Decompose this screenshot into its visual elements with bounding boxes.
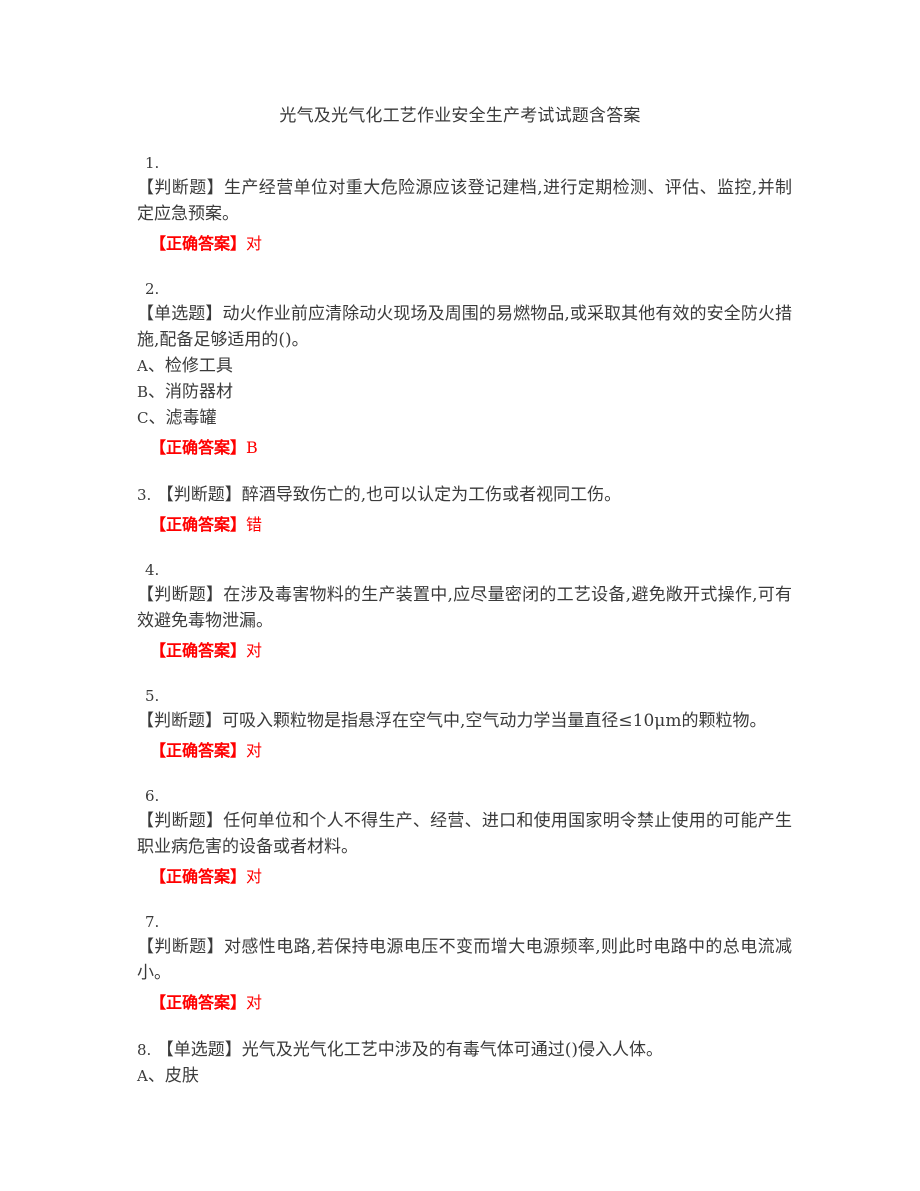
question-text-line: 【判断题】任何单位和个人不得生产、经营、进口和使用国家明令禁止使用的可能产生职业… bbox=[137, 808, 792, 860]
correct-answer-label: 【正确答案】 bbox=[150, 741, 247, 760]
option-label: 检修工具 bbox=[164, 356, 233, 376]
correct-answer-value: B bbox=[246, 438, 258, 457]
option-letter: A bbox=[137, 1067, 148, 1085]
option-separator: 、 bbox=[148, 382, 166, 402]
question-type-tag: 【单选题】 bbox=[156, 1040, 242, 1060]
option-label: 消防器材 bbox=[165, 382, 234, 402]
question-number: 7. bbox=[145, 913, 160, 931]
option-label: 皮肤 bbox=[164, 1066, 199, 1086]
question-stem: 醉酒导致伤亡的,也可以认定为工伤或者视同工伤。 bbox=[241, 485, 622, 505]
correct-answer: 【正确答案】错 bbox=[137, 512, 792, 538]
correct-answer: 【正确答案】对 bbox=[137, 638, 792, 664]
question-number: 2. bbox=[145, 280, 160, 298]
question-block: 2. 【单选题】动火作业前应清除动火现场及周围的易燃物品,或采取其他有效的安全防火… bbox=[137, 278, 792, 461]
question-number: 8. bbox=[137, 1041, 152, 1059]
question-block: 7. 【判断题】对感性电路,若保持电源电压不变而增大电源频率,则此时电路中的总电流… bbox=[137, 911, 792, 1016]
question-block: 5. 【判断题】可吸入颗粒物是指悬浮在空气中,空气动力学当量直径≤10μm的颗粒物… bbox=[137, 685, 792, 764]
question-text-line: 【单选题】动火作业前应清除动火现场及周围的易燃物品,或采取其他有效的安全防火措施… bbox=[137, 301, 792, 353]
correct-answer-value: 对 bbox=[246, 867, 263, 886]
question-stem: 任何单位和个人不得生产、经营、进口和使用国家明令禁止使用的可能产生职业病危害的设… bbox=[137, 811, 793, 857]
option-letter: A bbox=[137, 357, 148, 375]
option-separator: 、 bbox=[147, 1066, 165, 1086]
question-type-tag: 【判断题】 bbox=[137, 178, 224, 198]
correct-answer: 【正确答案】对 bbox=[137, 864, 792, 890]
option-letter: C bbox=[137, 409, 149, 427]
correct-answer: 【正确答案】对 bbox=[137, 738, 792, 764]
question-stem: 光气及光气化工艺中涉及的有毒气体可通过()侵入人体。 bbox=[241, 1040, 663, 1060]
question-option[interactable]: B、消防器材 bbox=[137, 379, 792, 405]
question-type-tag: 【判断题】 bbox=[137, 811, 224, 831]
question-text-line: 8. 【单选题】光气及光气化工艺中涉及的有毒气体可通过()侵入人体。 bbox=[137, 1037, 792, 1063]
question-number: 3. bbox=[137, 486, 152, 504]
question-text-line: 3. 【判断题】醉酒导致伤亡的,也可以认定为工伤或者视同工伤。 bbox=[137, 482, 792, 508]
option-letter: B bbox=[137, 383, 149, 401]
correct-answer-value: 对 bbox=[246, 741, 263, 760]
correct-answer-label: 【正确答案】 bbox=[150, 515, 247, 534]
correct-answer-value: 错 bbox=[246, 515, 263, 534]
question-text-line: 【判断题】生产经营单位对重大危险源应该登记建档,进行定期检测、评估、监控,并制定… bbox=[137, 175, 792, 227]
option-separator: 、 bbox=[148, 408, 166, 428]
correct-answer-label: 【正确答案】 bbox=[150, 641, 247, 660]
question-type-tag: 【判断题】 bbox=[156, 485, 242, 505]
page-title: 光气及光气化工艺作业安全生产考试试题含答案 bbox=[279, 106, 641, 126]
correct-answer-value: 对 bbox=[246, 993, 263, 1012]
correct-answer-value: 对 bbox=[246, 234, 263, 253]
correct-answer-label: 【正确答案】 bbox=[150, 867, 247, 886]
question-type-tag: 【判断题】 bbox=[137, 711, 222, 731]
question-stem: 生产经营单位对重大危险源应该登记建档,进行定期检测、评估、监控,并制定应急预案。 bbox=[137, 178, 792, 224]
question-option[interactable]: C、滤毒罐 bbox=[137, 405, 792, 431]
question-stem: 对感性电路,若保持电源电压不变而增大电源频率,则此时电路中的总电流减小。 bbox=[137, 937, 792, 983]
option-separator: 、 bbox=[147, 356, 165, 376]
correct-answer-label: 【正确答案】 bbox=[150, 993, 247, 1012]
question-text-line: 【判断题】在涉及毒害物料的生产装置中,应尽量密闭的工艺设备,避免敞开式操作,可有… bbox=[137, 582, 792, 634]
correct-answer-label: 【正确答案】 bbox=[150, 438, 247, 457]
question-stem: 动火作业前应清除动火现场及周围的易燃物品,或采取其他有效的安全防火措施,配备足够… bbox=[137, 304, 793, 350]
correct-answer: 【正确答案】对 bbox=[137, 231, 792, 257]
question-block: 1. 【判断题】生产经营单位对重大危险源应该登记建档,进行定期检测、评估、监控,并… bbox=[137, 152, 792, 257]
question-block: 4. 【判断题】在涉及毒害物料的生产装置中,应尽量密闭的工艺设备,避免敞开式操作,… bbox=[137, 559, 792, 664]
question-number: 4. bbox=[145, 561, 160, 579]
question-number: 1. bbox=[145, 154, 160, 172]
correct-answer: 【正确答案】对 bbox=[137, 990, 792, 1016]
question-list: 1. 【判断题】生产经营单位对重大危险源应该登记建档,进行定期检测、评估、监控,并… bbox=[137, 152, 792, 1110]
question-stem: 在涉及毒害物料的生产装置中,应尽量密闭的工艺设备,避免敞开式操作,可有效避免毒物… bbox=[137, 585, 793, 631]
question-type-tag: 【判断题】 bbox=[137, 937, 224, 957]
question-number: 6. bbox=[145, 787, 160, 805]
correct-answer-label: 【正确答案】 bbox=[150, 234, 247, 253]
question-text-line: 【判断题】对感性电路,若保持电源电压不变而增大电源频率,则此时电路中的总电流减小… bbox=[137, 934, 792, 986]
question-option[interactable]: A、检修工具 bbox=[137, 353, 792, 379]
question-block: 3. 【判断题】醉酒导致伤亡的,也可以认定为工伤或者视同工伤。 【正确答案】错 bbox=[137, 482, 792, 538]
question-block: 8. 【单选题】光气及光气化工艺中涉及的有毒气体可通过()侵入人体。 A、皮肤 bbox=[137, 1037, 792, 1089]
question-type-tag: 【判断题】 bbox=[137, 585, 224, 605]
option-label: 滤毒罐 bbox=[165, 408, 217, 428]
correct-answer-value: 对 bbox=[246, 641, 263, 660]
correct-answer: 【正确答案】B bbox=[137, 435, 792, 461]
question-block: 6. 【判断题】任何单位和个人不得生产、经营、进口和使用国家明令禁止使用的可能产生… bbox=[137, 785, 792, 890]
question-text-line: 【判断题】可吸入颗粒物是指悬浮在空气中,空气动力学当量直径≤10μm的颗粒物。 bbox=[137, 708, 792, 734]
document-page: 光气及光气化工艺作业安全生产考试试题含答案 1. 【判断题】生产经营单位对重大危险… bbox=[0, 0, 920, 1191]
question-stem: 可吸入颗粒物是指悬浮在空气中,空气动力学当量直径≤10μm的颗粒物。 bbox=[222, 711, 767, 731]
question-type-tag: 【单选题】 bbox=[137, 304, 223, 324]
question-option[interactable]: A、皮肤 bbox=[137, 1063, 792, 1089]
question-number: 5. bbox=[145, 687, 160, 705]
